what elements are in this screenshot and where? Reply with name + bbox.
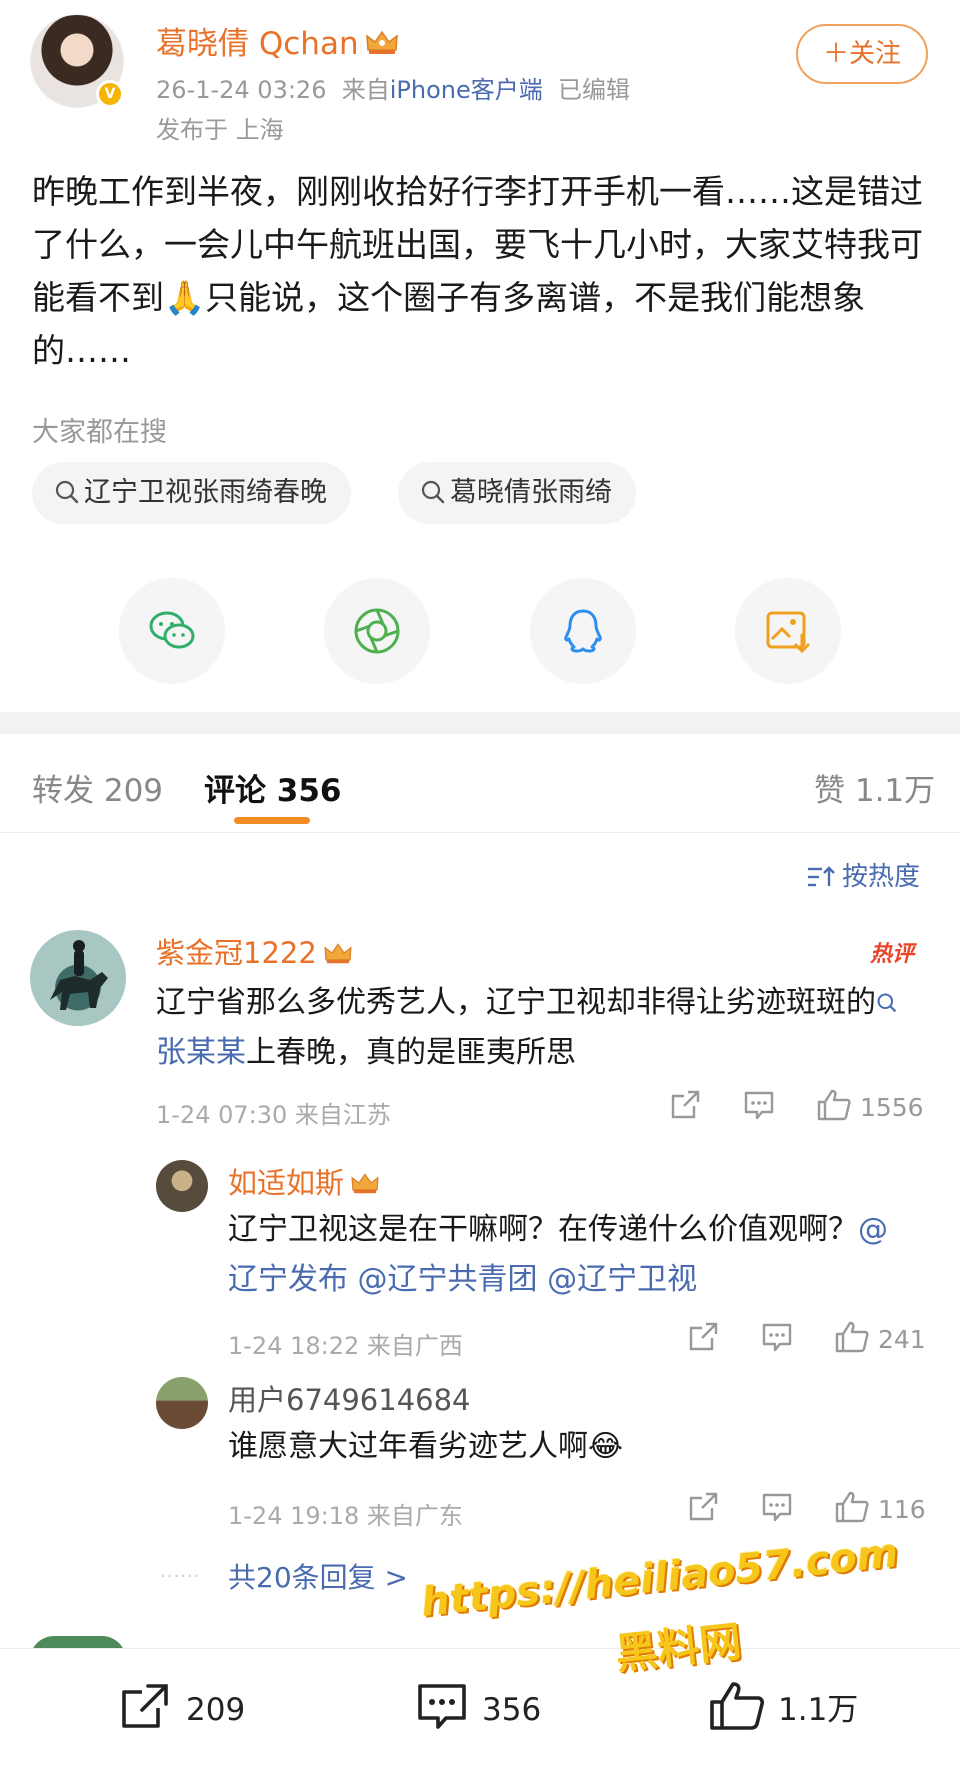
comment-username[interactable]: 紫金冠1222 [156,930,353,972]
topic-link-text[interactable]: 张某某 [156,1035,246,1070]
share-icon [689,1322,718,1351]
comment-meta: 1-24 07:30 来自江苏 [156,1101,391,1129]
comment-text: 辽宁省那么多优秀艺人，辽宁卫视却非得让劣迹斑斑的张某某上春晚，真的是匪夷所思 [156,978,916,1078]
reply-username[interactable]: 用户6749614684 [228,1377,471,1419]
thumbs-up-icon [835,1491,869,1523]
comment-icon [762,1493,792,1522]
thumbs-up-icon [835,1321,869,1353]
reply-like-count: 116 [877,1495,926,1524]
post-source[interactable]: iPhone客户端 [390,76,543,104]
reply-avatar[interactable] [156,1377,208,1429]
comment-icon [744,1091,774,1120]
reply-like-button[interactable]: 116 [834,1490,926,1524]
author-name[interactable]: 葛晓倩 Qchan [156,18,399,63]
edited-label: 已编辑 [558,76,631,104]
bottom-repost-button[interactable]: 209 [118,1680,245,1732]
qq-icon [564,609,602,653]
view-more-replies-link[interactable]: 共20条回复 > [228,1556,408,1596]
reply-like-count: 241 [877,1325,926,1354]
vip-crown-icon [365,30,398,54]
comment-icon [762,1323,792,1352]
sort-by-hot-button[interactable]: 按热度 [806,856,920,893]
reply-share-button[interactable] [686,1490,720,1530]
share-moments-button[interactable] [324,578,430,684]
tab-comment[interactable]: 评论 356 [204,765,342,810]
share-wechat-button[interactable] [119,578,225,684]
follow-button[interactable]: ＋关注 [796,24,928,84]
search-chip-label: 辽宁卫视张雨绮春晚 [84,477,327,508]
search-chip[interactable]: 葛晓倩张雨绮 [398,462,636,524]
search-chip[interactable]: 辽宁卫视张雨绮春晚 [32,462,351,524]
comment-share-button[interactable] [668,1088,702,1128]
comment-text-part: 辽宁省那么多优秀艺人，辽宁卫视却非得让劣迹斑斑的 [156,985,876,1020]
reply-meta: 1-24 18:22 来自广西 [228,1332,463,1360]
wechat-icon [149,611,195,649]
comment-like-count: 1556 [859,1093,924,1122]
tab-repost[interactable]: 转发 209 [32,765,163,810]
bottom-repost-count: 209 [186,1692,246,1728]
search-chip-label: 葛晓倩张雨绮 [450,477,612,508]
reply-text: 辽宁卫视这是在干嘛啊？在传递什么价值观啊？@辽宁发布 @辽宁共青团 @辽宁卫视 [228,1205,908,1305]
bottom-comment-count: 356 [482,1692,542,1728]
post-time: 26-1-24 03:26 [156,76,327,104]
reply-meta: 1-24 19:18 来自广东 [228,1502,463,1530]
reply-text-part: 辽宁卫视这是在干嘛啊？在传递什么价值观啊？ [228,1212,858,1247]
comment-icon [418,1684,466,1729]
reply-username-text[interactable]: 如适如斯 [228,1166,344,1200]
vip-crown-icon [324,943,352,964]
reply-comment-button[interactable] [760,1490,794,1530]
thumbs-up-icon [817,1089,851,1121]
search-icon [877,993,897,1013]
reply-share-button[interactable] [686,1320,720,1360]
sort-label: 按热度 [842,862,921,892]
moments-icon [354,608,400,654]
post-from-prefix: 来自 [341,76,390,104]
tab-like[interactable]: 赞 1.1万 [814,765,935,810]
bottom-comment-button[interactable]: 356 [414,1680,541,1732]
author-name-text[interactable]: 葛晓倩 Qchan [156,26,359,62]
watermark-url: https://heiliao57.com [418,1530,901,1626]
share-icon [689,1492,718,1521]
comment-like-button[interactable]: 1556 [816,1088,924,1122]
active-tab-indicator [234,817,310,824]
reply-username[interactable]: 如适如斯 [228,1160,380,1202]
repost-icon [122,1684,168,1728]
vip-crown-icon [351,1173,379,1194]
bottom-like-button[interactable]: 1.1万 [708,1680,858,1732]
post-meta: 26-1-24 03:26 来自iPhone客户端 已编辑 [156,70,630,105]
comment-text-part: 上春晚，真的是匪夷所思 [246,1035,576,1070]
thumbs-up-icon [710,1682,765,1730]
horse-rider-image [50,940,108,1010]
comment-username-text[interactable]: 紫金冠1222 [156,936,317,970]
post-location: 发布于 上海 [156,116,284,144]
save-image-button[interactable] [735,578,841,684]
bottom-like-count: 1.1万 [778,1692,859,1728]
share-qq-button[interactable] [530,578,636,684]
tab-divider [0,832,960,833]
reply-avatar[interactable] [156,1160,208,1212]
search-icon [421,480,445,504]
reply-like-button[interactable]: 241 [834,1320,926,1354]
comment-reply-button[interactable] [742,1088,776,1128]
reply-comment-button[interactable] [760,1320,794,1360]
verified-badge-icon: V [96,80,124,108]
comment-avatar[interactable] [30,930,126,1026]
trending-search-title: 大家都在搜 [32,417,167,448]
reply-text: 谁愿意大过年看劣迹艺人啊😂 [228,1429,624,1464]
search-icon [55,480,79,504]
hot-comment-badge: 热评 [870,942,915,967]
sort-icon [808,866,835,887]
share-icon [671,1090,700,1119]
replies-dots: ······ [160,1566,201,1587]
save-image-icon [766,611,810,654]
section-divider [0,712,960,734]
post-text: 昨晚工作到半夜，刚刚收拾好行李打开手机一看……这是错过了什么，一会儿中午航班出国… [32,172,923,370]
